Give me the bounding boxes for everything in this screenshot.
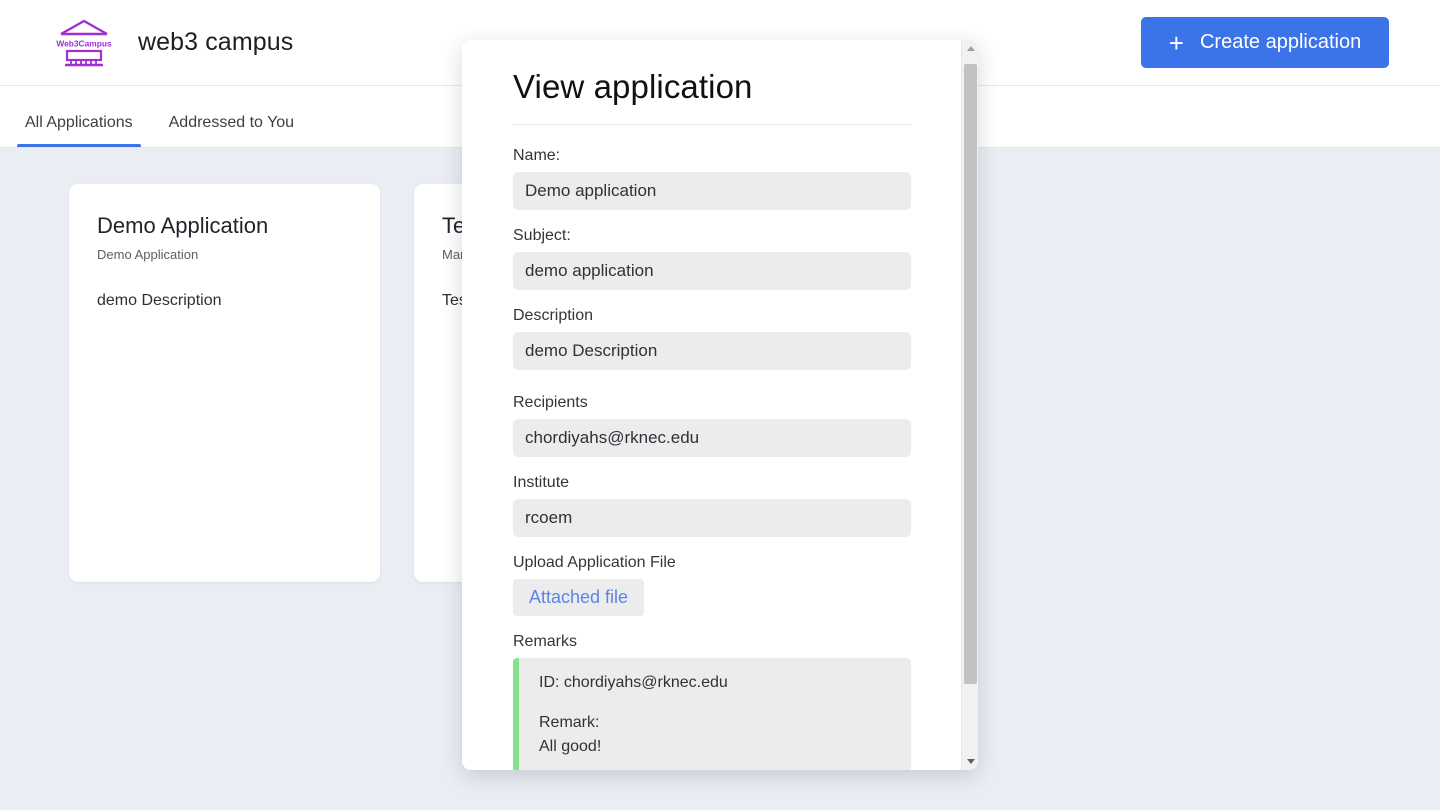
remarks-label: Remarks xyxy=(513,633,578,650)
field-description: Description demo Description xyxy=(513,307,911,370)
card-description: demo Description xyxy=(97,292,222,309)
card-subtitle: Demo Application xyxy=(97,247,199,262)
tab-addressed-to-you[interactable]: Addressed to You xyxy=(161,114,302,147)
chevron-up-icon[interactable] xyxy=(962,40,978,57)
tab-addressed-to-you-label: Addressed to You xyxy=(168,114,295,131)
tab-all-applications-label: All Applications xyxy=(25,114,133,131)
svg-text:Web3Campus: Web3Campus xyxy=(56,38,112,48)
modal-scroll-area: View application Name: Demo application … xyxy=(462,40,961,770)
field-upload-application-file: Upload Application File Attached file xyxy=(513,554,911,616)
field-remarks: Remarks ID: chordiyahs@rknec.edu Remark:… xyxy=(513,633,911,770)
field-recipients: Recipients chordiyahs@rknec.edu xyxy=(513,394,911,457)
field-subject-label: Subject: xyxy=(513,227,571,244)
modal-scrollbar[interactable] xyxy=(961,40,978,770)
field-description-label: Description xyxy=(513,307,594,324)
modal-title-divider xyxy=(513,124,911,125)
web3campus-logo-icon: Web3Campus xyxy=(56,17,112,69)
field-institute: Institute rcoem xyxy=(513,474,911,537)
plus-icon: + xyxy=(1168,27,1184,58)
remark-sub-label: Remark: xyxy=(539,714,600,731)
field-subject: Subject: demo application xyxy=(513,227,911,290)
field-subject-value[interactable]: demo application xyxy=(513,252,911,290)
field-name: Name: Demo application xyxy=(513,147,911,210)
card-title: Demo Application xyxy=(97,213,269,238)
field-name-value[interactable]: Demo application xyxy=(513,172,911,210)
remark-id: ID: chordiyahs@rknec.edu xyxy=(539,674,728,691)
chevron-down-icon[interactable] xyxy=(962,753,978,770)
field-institute-value[interactable]: rcoem xyxy=(513,499,911,537)
modal-title: View application xyxy=(513,68,753,105)
scrollbar-thumb[interactable] xyxy=(964,64,977,684)
remark-entry: ID: chordiyahs@rknec.edu Remark: All goo… xyxy=(513,658,911,770)
remark-text: All good! xyxy=(539,738,602,755)
field-name-label: Name: xyxy=(513,147,561,164)
brand: Web3Campus web3 campus xyxy=(56,17,293,69)
field-recipients-value[interactable]: chordiyahs@rknec.edu xyxy=(513,419,911,457)
create-application-label: Create application xyxy=(1199,31,1362,53)
brand-name: web3 campus xyxy=(138,28,294,56)
create-application-button[interactable]: + Create application xyxy=(1141,17,1389,68)
field-recipients-label: Recipients xyxy=(513,394,588,411)
attached-file-button[interactable]: Attached file xyxy=(513,579,645,616)
tab-all-applications[interactable]: All Applications xyxy=(17,114,141,147)
field-institute-label: Institute xyxy=(513,474,570,491)
attached-file-label: Attached file xyxy=(529,587,629,607)
application-card[interactable]: Demo Application Demo Application demo D… xyxy=(69,184,380,582)
view-application-modal: View application Name: Demo application … xyxy=(462,40,978,770)
upload-application-file-label: Upload Application File xyxy=(513,554,676,571)
field-description-value[interactable]: demo Description xyxy=(513,332,911,370)
